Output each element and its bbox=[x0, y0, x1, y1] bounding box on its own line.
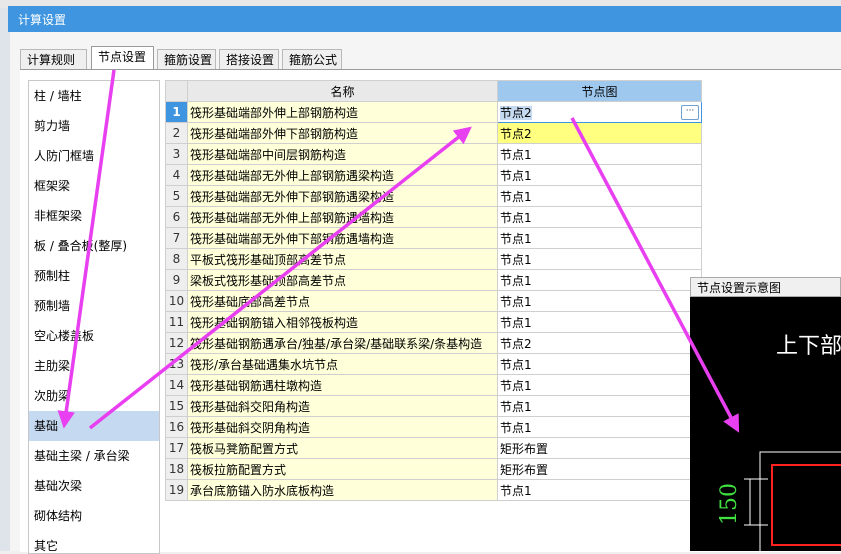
arrow-tab-to-list bbox=[57, 69, 116, 429]
annotation-arrows bbox=[57, 69, 740, 433]
arrow-node-to-preview bbox=[570, 117, 740, 433]
arrow-list-to-row bbox=[88, 126, 472, 430]
